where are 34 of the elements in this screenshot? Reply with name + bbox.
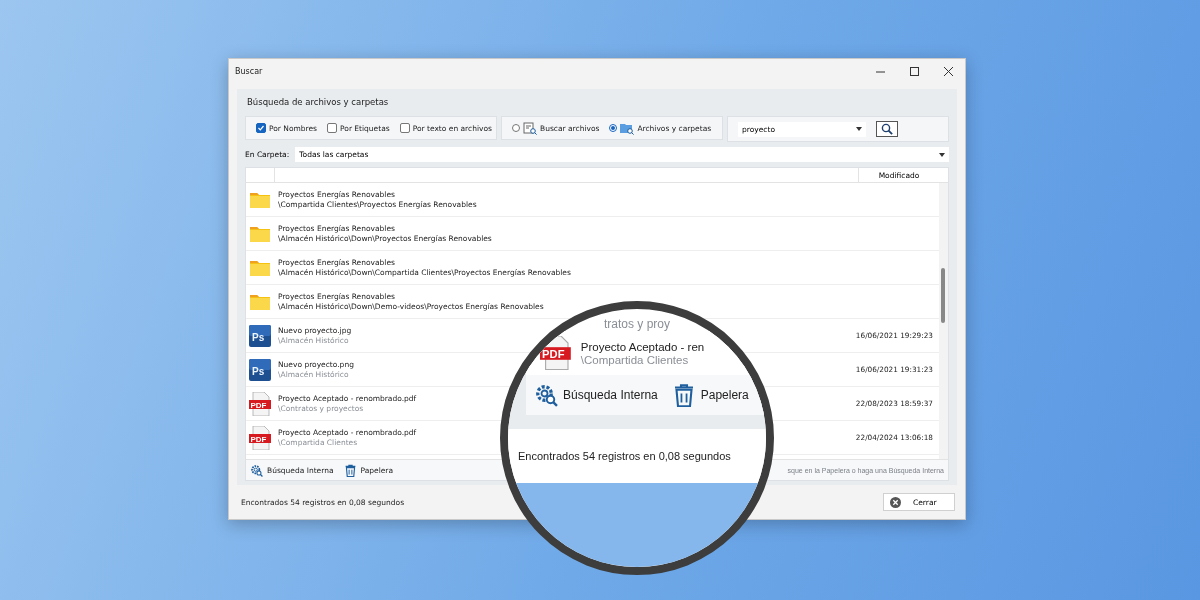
dropdown-caret-icon — [939, 152, 945, 157]
radio-button[interactable] — [512, 124, 520, 132]
dropdown-caret-icon — [856, 127, 862, 131]
trash-icon — [343, 463, 357, 477]
file-search-icon — [523, 121, 537, 135]
pdf-file-icon: PDF — [249, 391, 271, 416]
checkbox[interactable] — [256, 123, 266, 133]
checkbox[interactable] — [327, 123, 338, 133]
radio-button[interactable] — [609, 124, 618, 132]
folder-icon — [249, 258, 271, 277]
status-text: Encontrados 54 registros en 0,08 segundos — [518, 450, 731, 462]
folder-search-icon — [620, 121, 635, 135]
folder-icon — [249, 224, 271, 243]
window-title: Buscar — [235, 66, 264, 76]
checkbox[interactable] — [399, 123, 410, 133]
folder-icon — [249, 190, 271, 209]
scrollbar[interactable] — [939, 183, 948, 459]
tool-button[interactable]: Papelera — [671, 383, 749, 407]
search-icon — [881, 123, 893, 135]
gear-search-icon — [250, 463, 263, 477]
partial-path-text: tratos y proy — [604, 317, 670, 331]
folder-icon — [249, 292, 271, 311]
file-path: \Compartida Clientes — [580, 353, 689, 366]
search-button[interactable] — [876, 121, 898, 137]
pdf-file-icon: PDF — [249, 425, 271, 450]
tool-button[interactable]: Búsqueda Interna — [534, 383, 658, 407]
close-icon — [943, 66, 953, 76]
ps-file-icon: Ps — [249, 324, 271, 347]
close-circle-icon — [890, 496, 901, 508]
maximize-icon — [909, 66, 919, 76]
file-name: Proyecto Aceptado - ren — [580, 340, 705, 353]
panel-title: Búsqueda de archivos y carpetas — [246, 96, 390, 109]
gear-search-icon — [534, 383, 558, 407]
ps-file-icon: Ps — [249, 358, 271, 381]
